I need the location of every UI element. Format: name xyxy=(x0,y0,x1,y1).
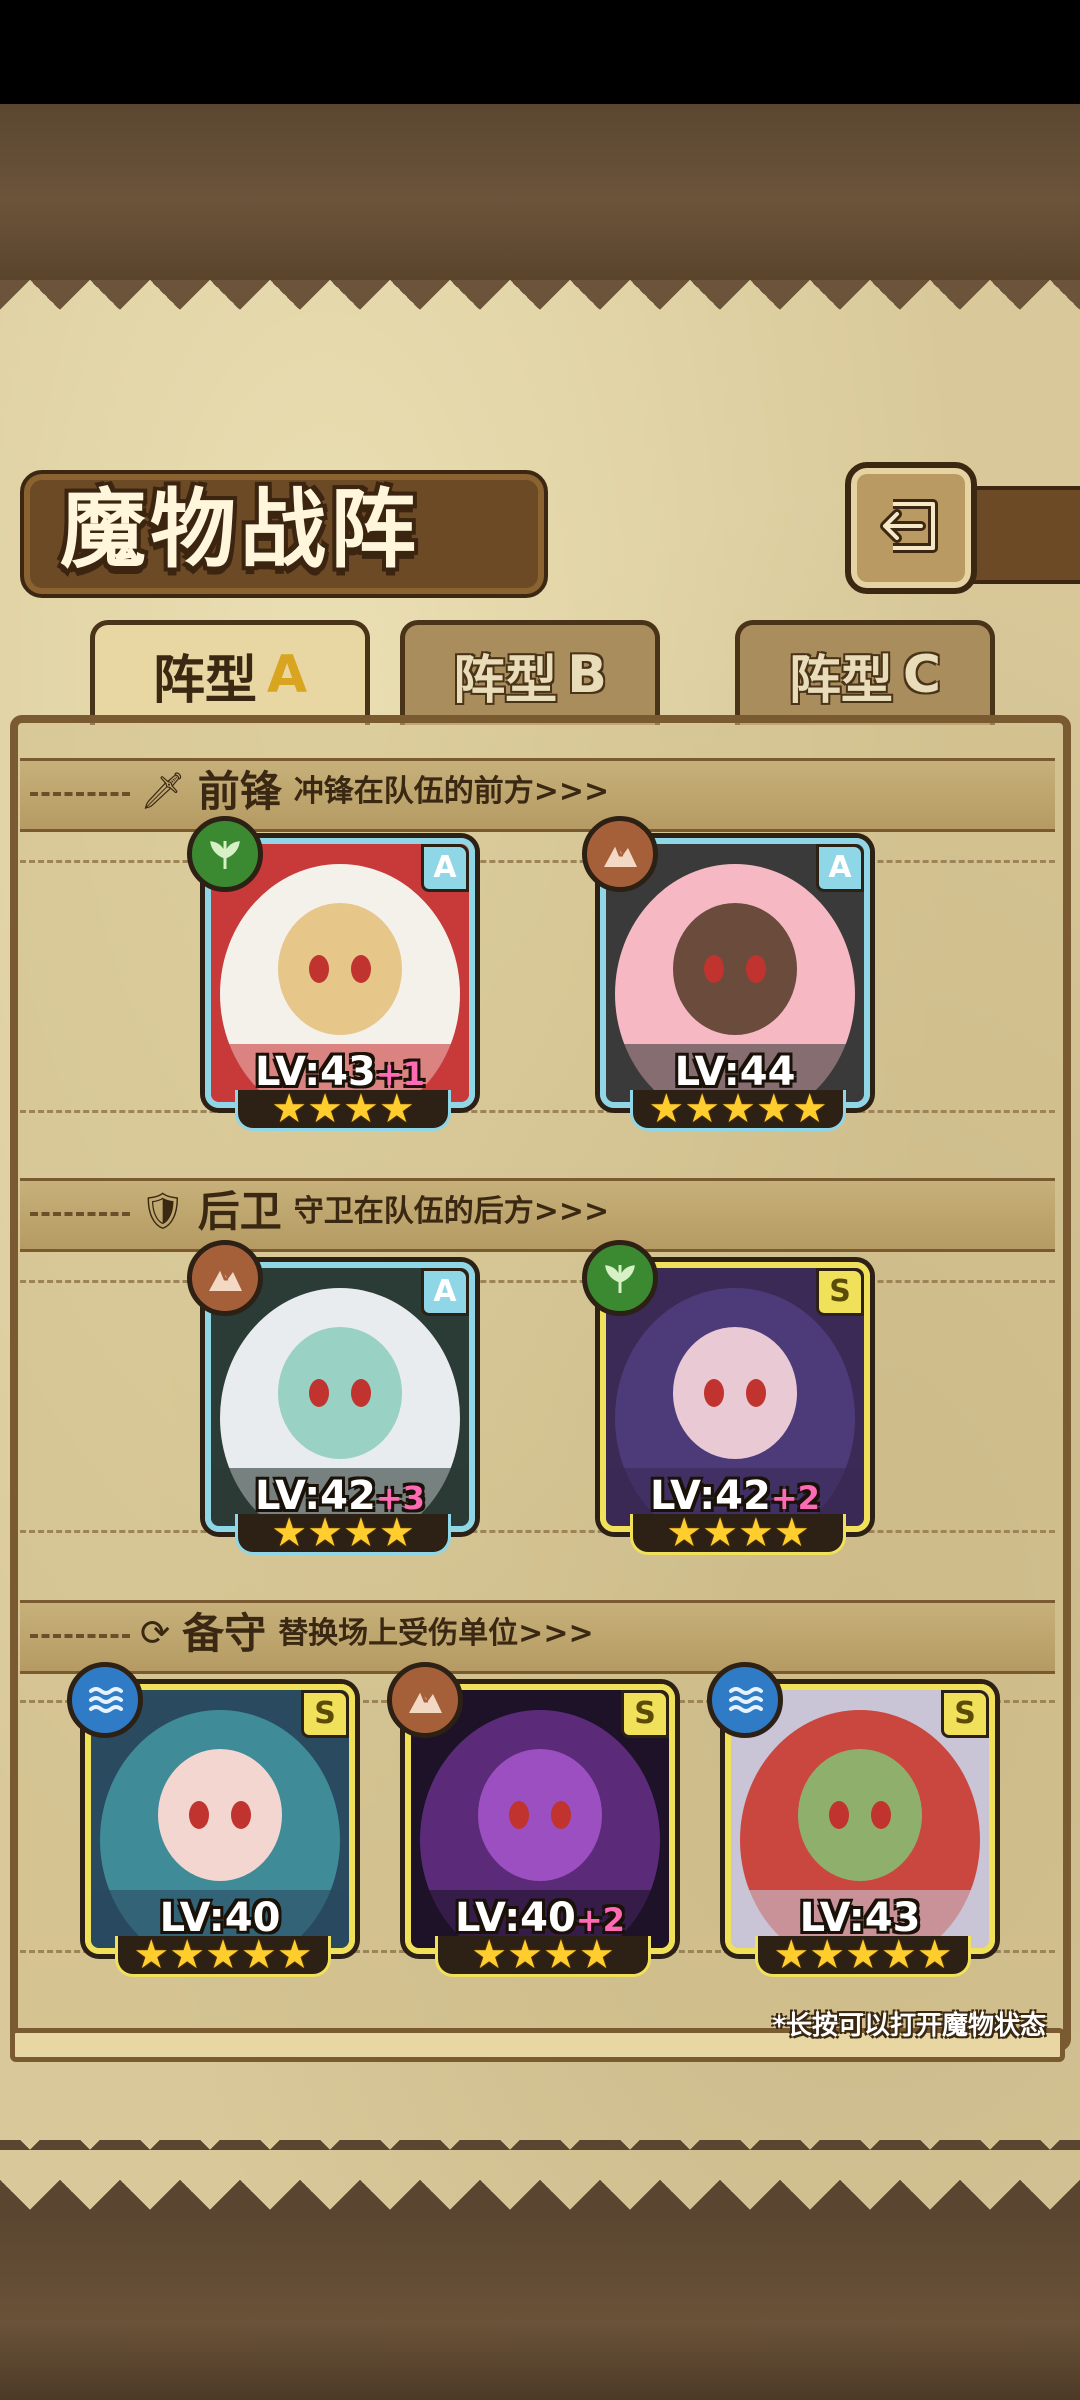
star-rating: ★★★★ xyxy=(435,1932,651,1978)
section-title: 后卫 xyxy=(197,1187,282,1236)
water-element-icon xyxy=(707,1662,783,1738)
monster-card[interactable]: S LV:40 ★★★★★ xyxy=(67,1662,355,1977)
monster-card[interactable]: S LV:42+2 ★★★★ xyxy=(582,1240,870,1555)
tab-formation-a[interactable]: 阵型 A xyxy=(90,620,370,725)
stars: ★★★★ xyxy=(666,1510,810,1556)
section-rear-header: 🛡 后卫 守卫在队伍的后方>>> xyxy=(140,1178,609,1246)
section-desc: 替换场上受伤单位>>> xyxy=(278,1616,594,1651)
rank-badge: S xyxy=(941,1690,989,1738)
divider xyxy=(20,860,1055,863)
divider xyxy=(30,1212,130,1216)
monster-card[interactable]: A LV:42+3 ★★★★ xyxy=(187,1240,475,1555)
section-reserve-header: ⟳ 备守 替换场上受伤单位>>> xyxy=(140,1600,594,1668)
stars: ★★★★ xyxy=(271,1510,415,1556)
back-rail xyxy=(960,486,1080,584)
stars: ★★★★★ xyxy=(773,1932,953,1978)
tab-letter: B xyxy=(567,645,607,705)
section-title: 前锋 xyxy=(197,767,282,816)
star-rating: ★★★★ xyxy=(630,1510,846,1556)
leaf-element-icon xyxy=(187,816,263,892)
monster-card[interactable]: S LV:43 ★★★★★ xyxy=(707,1662,995,1977)
torn-edge-top xyxy=(0,280,1080,340)
long-press-hint: *长按可以打开魔物状态 xyxy=(772,2011,1046,2041)
star-rating: ★★★★★ xyxy=(755,1932,971,1978)
monster-card[interactable]: A LV:43+1 ★★★★ xyxy=(187,816,475,1131)
rank-badge: S xyxy=(621,1690,669,1738)
stars: ★★★★★ xyxy=(648,1086,828,1132)
tab-label: 阵型 xyxy=(453,650,558,711)
monster-card[interactable]: S LV:40+2 ★★★★ xyxy=(387,1662,675,1977)
divider xyxy=(20,1110,1055,1113)
shield-icon: 🛡 xyxy=(140,1191,186,1232)
back-button[interactable] xyxy=(845,462,977,594)
rank-badge: S xyxy=(816,1268,864,1316)
rank-badge: A xyxy=(816,844,864,892)
stars: ★★★★ xyxy=(271,1086,415,1132)
torn-edge-bottom xyxy=(0,2140,1080,2210)
section-front-header: 🗡 前锋 冲锋在队伍的前方>>> xyxy=(140,758,609,826)
tab-formation-c[interactable]: 阵型 C xyxy=(735,620,995,725)
tab-letter: A xyxy=(266,645,308,705)
background-top xyxy=(0,104,1080,294)
tab-letter: C xyxy=(902,645,942,705)
rank-badge: A xyxy=(421,1268,469,1316)
divider xyxy=(30,792,130,796)
rank-badge: S xyxy=(301,1690,349,1738)
mountain-element-icon xyxy=(582,816,658,892)
background-bottom xyxy=(0,2210,1080,2400)
star-rating: ★★★★★ xyxy=(115,1932,331,1978)
return-icon xyxy=(880,499,938,553)
stars: ★★★★ xyxy=(471,1932,615,1978)
tab-label: 阵型 xyxy=(152,650,257,711)
section-desc: 冲锋在队伍的前方>>> xyxy=(293,774,610,809)
mountain-element-icon xyxy=(387,1662,463,1738)
section-title: 备守 xyxy=(182,1609,267,1658)
divider xyxy=(20,1530,1055,1533)
stars: ★★★★★ xyxy=(133,1932,313,1978)
mountain-element-icon xyxy=(187,1240,263,1316)
swap-icon: ⟳ xyxy=(140,1613,171,1654)
tab-formation-b[interactable]: 阵型 B xyxy=(400,620,660,725)
star-rating: ★★★★ xyxy=(235,1086,451,1132)
water-element-icon xyxy=(67,1662,143,1738)
page-title: 魔物战阵 xyxy=(60,480,420,580)
sword-icon: 🗡 xyxy=(140,771,186,812)
section-desc: 守卫在队伍的后方>>> xyxy=(293,1194,610,1229)
monster-card[interactable]: A LV:44 ★★★★★ xyxy=(582,816,870,1131)
star-rating: ★★★★ xyxy=(235,1510,451,1556)
divider xyxy=(30,1634,130,1638)
tab-label: 阵型 xyxy=(788,650,893,711)
divider xyxy=(20,1280,1055,1283)
rank-badge: A xyxy=(421,844,469,892)
leaf-element-icon xyxy=(582,1240,658,1316)
star-rating: ★★★★★ xyxy=(630,1086,846,1132)
